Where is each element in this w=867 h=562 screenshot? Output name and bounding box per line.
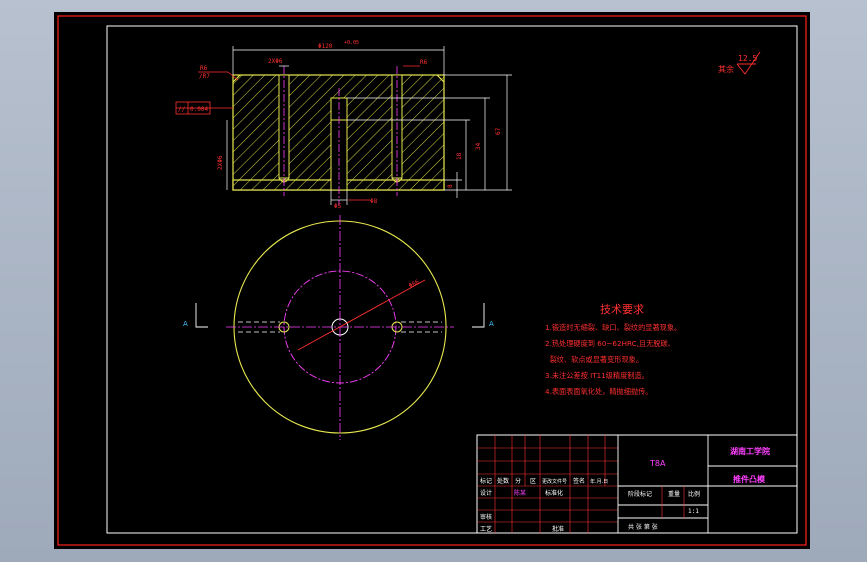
- dim-bottom-d1: Φ5: [334, 203, 342, 210]
- tb-header: 分: [515, 477, 521, 485]
- section-mark-right: A: [489, 320, 494, 328]
- tb-material: T8A: [649, 459, 666, 468]
- surface-finish-value: 12.5: [738, 54, 757, 63]
- tb-review-label: 审核: [480, 513, 492, 521]
- tb-scale-label: 比例: [688, 490, 700, 498]
- dim-bottom-d2: Φ8: [370, 198, 378, 205]
- dim-flatness: 0.004: [190, 106, 208, 113]
- dim-top-diameter: Φ120: [318, 43, 333, 50]
- tb-process-label: 工艺: [480, 525, 492, 533]
- tb-weight-label: 重量: [668, 490, 680, 498]
- tech-item: 4.表面表面氧化处，精抛细抛传。: [545, 387, 652, 396]
- surface-finish-prefix: 其余: [718, 64, 734, 74]
- tech-item: 裂纹、软点或显著变形现象。: [545, 355, 643, 364]
- dim-top-tolerance: +0.05: [344, 40, 359, 46]
- tb-standard-label: 标准化: [545, 489, 563, 497]
- tb-designer-label: 设计: [480, 489, 492, 497]
- dim-height-8: 8: [447, 184, 454, 188]
- tech-item: 2.热处理硬度到 60~62HRC,且无脱碳、: [545, 339, 675, 348]
- dim-r-top-left-1: R6: [200, 65, 208, 72]
- tb-header: 年.月.日: [590, 478, 608, 485]
- tb-part-name: 推件凸模: [733, 474, 766, 484]
- tb-header: 处数: [497, 477, 509, 485]
- tb-scale-value: 1:1: [688, 508, 699, 515]
- tb-header: 区: [530, 478, 536, 485]
- drawing-canvas[interactable]: Φ120 +0.05 2XΦ6 R6 R6 /R7 // 0.004 2XΦ6 …: [0, 0, 867, 562]
- dim-r-top-left-2: /R7: [199, 73, 210, 80]
- dim-height-67: 67: [495, 127, 502, 135]
- section-mark-left: A: [183, 320, 188, 328]
- tech-title: 技术要求: [600, 303, 644, 316]
- tech-item: 1.锻造时无缩裂、缺口、裂纹的显著现象。: [545, 323, 681, 332]
- dim-slot-width: 2XΦ6: [268, 58, 283, 65]
- dim-height-18: 18: [456, 152, 463, 160]
- tb-designer-name: 陈某: [514, 489, 526, 497]
- section-view: [232, 66, 445, 205]
- dim-height-34: 34: [475, 142, 482, 150]
- cad-viewport[interactable]: Φ120 +0.05 2XΦ6 R6 R6 /R7 // 0.004 2XΦ6 …: [0, 0, 867, 562]
- svg-text://: //: [178, 106, 186, 113]
- dim-r-top-right: R6: [420, 59, 428, 66]
- tb-header: 标记: [480, 477, 492, 485]
- dim-left-vertical: 2XΦ6: [217, 155, 224, 170]
- tb-school: 湖南工学院: [730, 446, 770, 456]
- tb-sheets-label: 共 张 第 张: [628, 523, 658, 531]
- tb-approve-label: 批准: [552, 525, 564, 533]
- tech-item: 3.未注公差按 IT11级精度制造。: [545, 371, 649, 380]
- tb-header: 更改文件号: [542, 478, 567, 485]
- tb-header: 签名: [573, 477, 585, 485]
- tb-stage-label: 阶段标记: [628, 490, 652, 498]
